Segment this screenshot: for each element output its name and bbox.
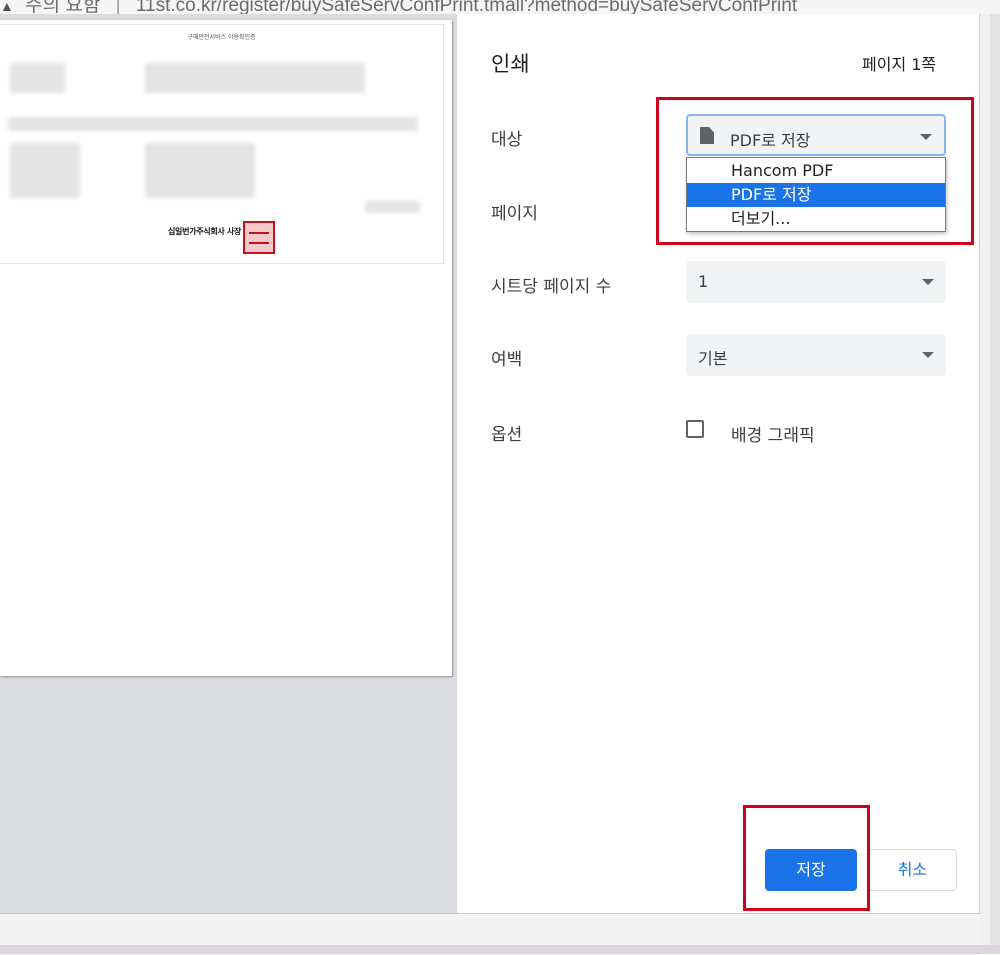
- background-graphics-label[interactable]: 배경 그래픽: [731, 421, 815, 446]
- pages-per-sheet-label: 시트당 페이지 수: [491, 277, 612, 297]
- page-count: 페이지 1쪽: [862, 55, 937, 74]
- chevron-down-icon: [922, 352, 934, 358]
- window-edge-inner: [990, 14, 1000, 954]
- url-text: 11st.co.kr/register/buySafeServConfPrint…: [135, 0, 798, 15]
- margins-select[interactable]: 기본: [686, 334, 946, 376]
- pages-label: 페이지: [491, 204, 538, 224]
- chevron-down-icon: [922, 279, 934, 285]
- blurred-text: [10, 63, 65, 93]
- blurred-text: [8, 117, 418, 131]
- destination-label: 대상: [491, 130, 523, 150]
- blurred-text: [10, 143, 80, 198]
- blurred-text: [365, 201, 420, 213]
- address-bar: ▲ 주의 요함 | 11st.co.kr/register/buySafeSer…: [0, 0, 1000, 15]
- taskbar-strip: [0, 945, 1000, 954]
- pages-per-sheet-select[interactable]: 1: [686, 261, 946, 303]
- preview-document: 구매안전서비스 이용확인증 십일번가주식회사 사장: [0, 24, 444, 264]
- destination-highlight-box: [656, 97, 974, 245]
- warning-icon: ▲: [0, 0, 14, 14]
- blurred-text: [145, 63, 365, 93]
- preview-page: 구매안전서비스 이용확인증 십일번가주식회사 사장: [0, 20, 452, 676]
- cancel-button[interactable]: 취소: [868, 849, 957, 891]
- address-separator: |: [115, 0, 121, 15]
- company-seal-icon: [243, 221, 275, 254]
- print-preview-pane: 구매안전서비스 이용확인증 십일번가주식회사 사장: [0, 14, 457, 913]
- save-highlight-box: [743, 805, 870, 911]
- background-graphics-checkbox[interactable]: [686, 420, 704, 438]
- print-title: 인쇄: [491, 52, 530, 76]
- margins-label: 여백: [491, 350, 523, 370]
- blurred-text: [145, 143, 255, 198]
- preview-doc-title: 구매안전서비스 이용확인증: [187, 34, 256, 41]
- preview-company-name: 십일번가주식회사 사장: [168, 227, 242, 236]
- security-label: 주의 요함: [25, 0, 101, 15]
- pages-per-sheet-value: 1: [698, 272, 709, 291]
- options-label: 옵션: [491, 425, 523, 445]
- margins-value: 기본: [698, 349, 728, 368]
